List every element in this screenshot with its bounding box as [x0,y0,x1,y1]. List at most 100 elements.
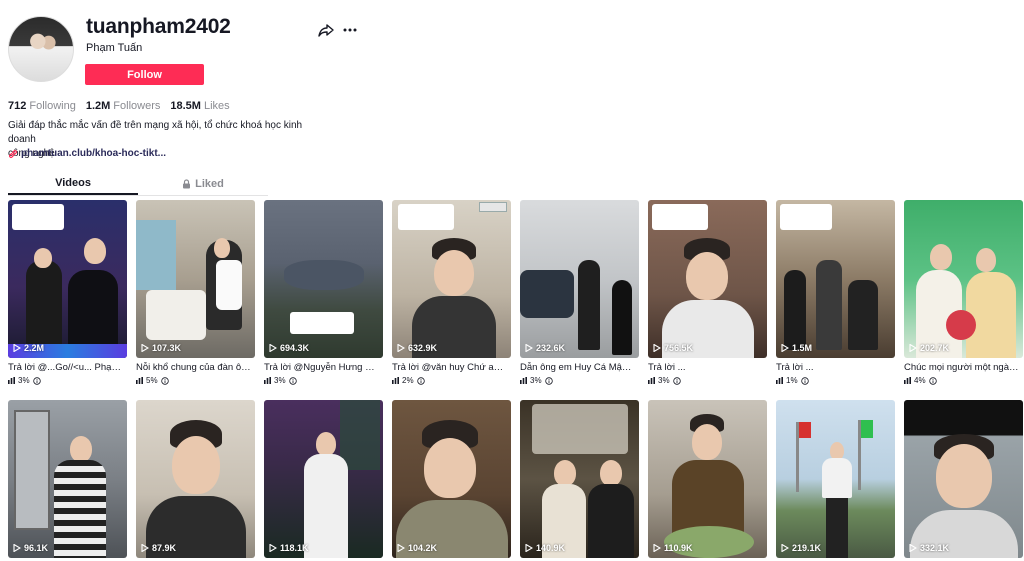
video-thumbnail[interactable]: 756.5K [648,200,767,358]
view-count: 232.6K [525,343,565,353]
video-thumbnail[interactable]: 110.9K [648,400,767,558]
view-count: 96.1K [13,543,48,553]
video-caption[interactable]: Trả lời ... [648,362,763,373]
play-icon [269,344,277,352]
follow-button[interactable]: Follow [85,64,204,85]
info-icon[interactable] [544,376,553,385]
video-card[interactable]: 232.6K Dẫn ông em Huy Cá Mập ... 3% [520,200,639,385]
video-caption[interactable]: Trả lời @văn huy Chứ anh ... [392,362,507,373]
video-stat: 3% [264,376,383,385]
info-icon[interactable] [160,376,169,385]
video-stat: 3% [648,376,767,385]
play-icon [781,344,789,352]
video-card[interactable]: 2.2M Trả lời @...Go//<u... Phạm ... 3% [8,200,127,385]
video-card[interactable]: 694.3K Trả lời @Nguyễn Hưng Đic... 3% [264,200,383,385]
view-count: 219.1K [781,543,821,553]
more-options-icon[interactable] [342,22,358,38]
comment-bubble [780,204,832,230]
video-caption[interactable]: Trả lời ... [776,362,891,373]
view-count: 694.3K [269,343,309,353]
tab-videos[interactable]: Videos [8,172,138,195]
followers-stat[interactable]: 1.2M Followers [86,100,161,112]
tab-liked[interactable]: Liked [138,172,268,195]
video-stat: 2% [392,376,511,385]
video-stat: 3% [8,376,127,385]
video-caption[interactable]: Trả lời @...Go//<u... Phạm ... [8,362,123,373]
share-icon[interactable] [318,22,334,38]
video-caption[interactable]: Chúc mọi người một ngày ... [904,362,1019,373]
video-stat: 3% [520,376,639,385]
video-card[interactable]: 107.3K Nỗi khổ chung của đàn ôn... 5% [136,200,255,385]
info-icon[interactable] [800,376,809,385]
video-thumbnail[interactable]: 219.1K [776,400,895,558]
video-card[interactable]: 140.9K [520,400,639,558]
video-card[interactable]: 104.2K [392,400,511,558]
profile-stats: 712 Following 1.2M Followers 18.5M Likes [8,100,230,112]
view-count: 1.5M [781,343,812,353]
nickname: Phạm Tuấn [86,42,143,54]
video-card[interactable]: 632.9K Trả lời @văn huy Chứ anh ... 2% [392,200,511,385]
bar-chart-icon [776,377,783,384]
link-icon [9,149,17,158]
info-icon[interactable] [416,376,425,385]
following-stat[interactable]: 712 Following [8,100,76,112]
comment-bubble [12,204,64,230]
video-thumbnail[interactable]: 118.1K [264,400,383,558]
video-card[interactable]: 87.9K [136,400,255,558]
video-thumbnail[interactable]: 140.9K [520,400,639,558]
video-card[interactable]: 202.7K Chúc mọi người một ngày ... 4% [904,200,1023,385]
video-thumbnail[interactable]: 87.9K [136,400,255,558]
avatar[interactable] [8,16,74,82]
content-tabs: Videos Liked [8,172,268,196]
video-thumbnail[interactable]: 332.1K [904,400,1023,558]
bar-chart-icon [648,377,655,384]
username: tuanpham2402 [86,15,231,38]
video-thumbnail[interactable]: 694.3K [264,200,383,358]
video-card[interactable]: 756.5K Trả lời ... 3% [648,200,767,385]
bar-chart-icon [8,377,15,384]
video-thumbnail[interactable]: 2.2M [8,200,127,358]
view-count: 107.3K [141,343,181,353]
play-icon [909,544,917,552]
video-caption[interactable]: Nỗi khổ chung của đàn ôn... [136,362,251,373]
video-caption[interactable]: Dẫn ông em Huy Cá Mập ... [520,362,635,373]
video-thumbnail[interactable]: 1.5M [776,200,895,358]
video-card[interactable]: 332.1K [904,400,1023,558]
view-count: 87.9K [141,543,176,553]
play-icon [525,344,533,352]
info-icon[interactable] [32,376,41,385]
video-thumbnail[interactable]: 104.2K [392,400,511,558]
view-count: 2.2M [13,343,44,353]
video-stat: 4% [904,376,1023,385]
info-icon[interactable] [288,376,297,385]
profile-link[interactable]: phamtuan.club/khoa-hoc-tikt... [8,148,166,159]
video-card[interactable]: 118.1K [264,400,383,558]
video-card[interactable]: 96.1K [8,400,127,558]
video-stat: 5% [136,376,255,385]
play-icon [141,544,149,552]
video-card[interactable]: 110.9K [648,400,767,558]
video-thumbnail[interactable]: 107.3K [136,200,255,358]
comment-bubble [290,312,354,334]
video-caption[interactable]: Trả lời @Nguyễn Hưng Đic... [264,362,379,373]
view-count: 202.7K [909,343,949,353]
info-icon[interactable] [928,376,937,385]
bar-chart-icon [264,377,271,384]
video-card[interactable]: 1.5M Trả lời ... 1% [776,200,895,385]
video-card[interactable]: 219.1K [776,400,895,558]
video-thumbnail[interactable]: 96.1K [8,400,127,558]
video-stat: 1% [776,376,895,385]
play-icon [141,344,149,352]
play-icon [653,544,661,552]
view-count: 756.5K [653,343,693,353]
play-icon [13,344,21,352]
view-count: 118.1K [269,543,309,553]
play-icon [397,344,405,352]
view-count: 632.9K [397,343,437,353]
video-thumbnail[interactable]: 232.6K [520,200,639,358]
play-icon [397,544,405,552]
play-icon [781,544,789,552]
video-thumbnail[interactable]: 632.9K [392,200,511,358]
info-icon[interactable] [672,376,681,385]
video-thumbnail[interactable]: 202.7K [904,200,1023,358]
